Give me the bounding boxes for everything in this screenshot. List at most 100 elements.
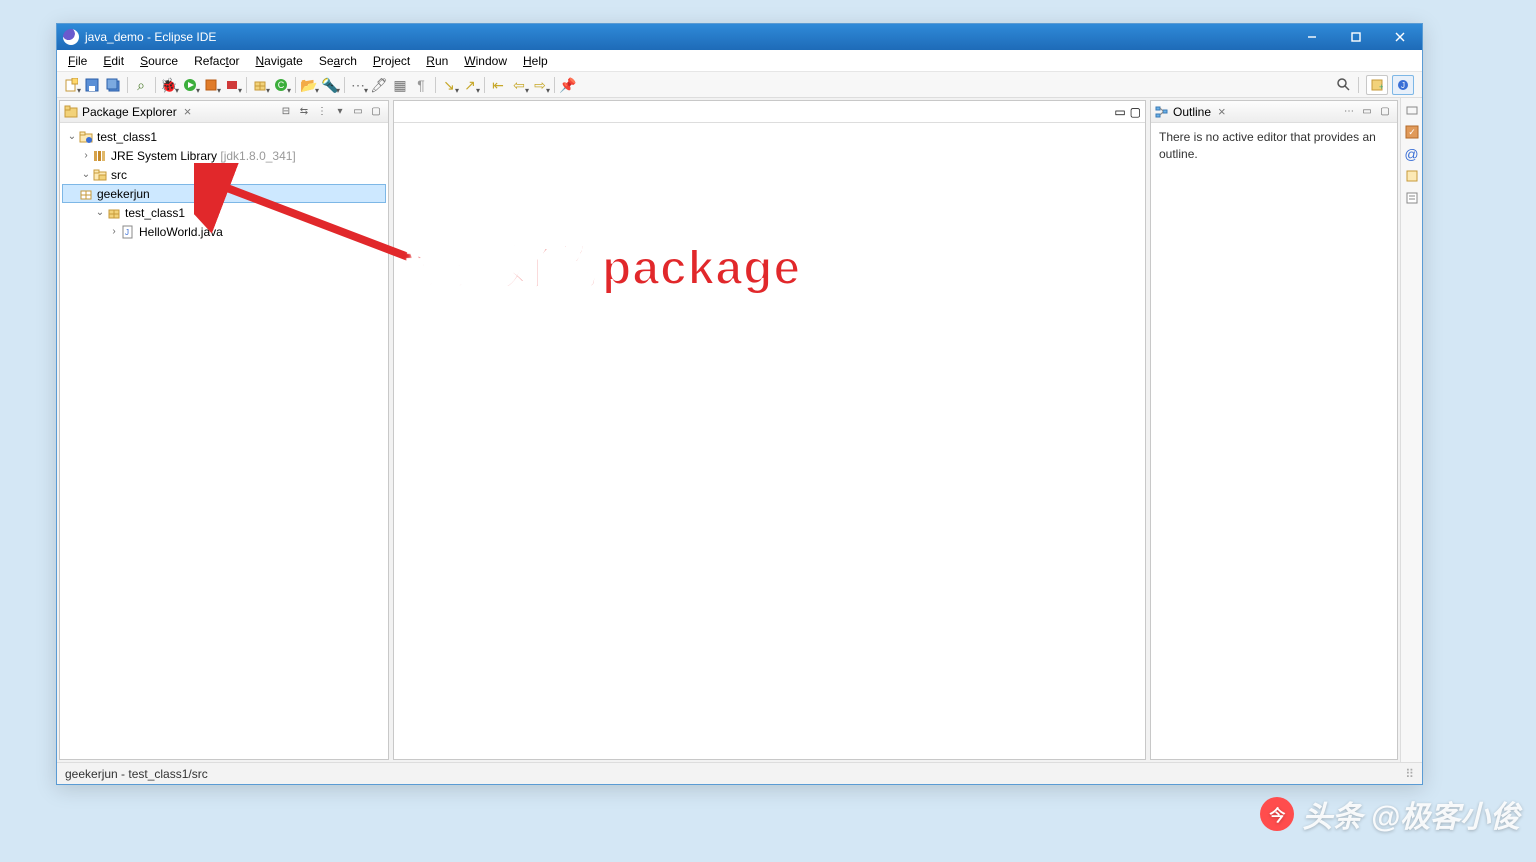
maximize-view-icon[interactable]: ▢: [368, 104, 384, 120]
menu-refactor[interactable]: Refactor: [187, 52, 246, 70]
tree-project[interactable]: ⌄ test_class1: [62, 127, 386, 146]
menu-window[interactable]: Window: [457, 52, 514, 70]
toolbar-separator: [551, 77, 557, 93]
open-type-button[interactable]: ⌕: [131, 75, 151, 95]
menubar: File Edit Source Refactor Navigate Searc…: [57, 50, 1422, 72]
tree-src-folder[interactable]: ⌄ src: [62, 165, 386, 184]
menu-run[interactable]: Run: [419, 52, 455, 70]
close-button[interactable]: [1378, 24, 1422, 50]
tree-jre-library[interactable]: › JRE System Library [jdk1.8.0_341]: [62, 146, 386, 165]
minimize-view-icon[interactable]: ▭: [1359, 104, 1375, 120]
menu-search[interactable]: Search: [312, 52, 364, 70]
search-button[interactable]: 🔦▾: [320, 75, 340, 95]
outline-title: Outline: [1173, 105, 1211, 119]
toolbar-separator: [243, 77, 249, 93]
menu-source[interactable]: Source: [133, 52, 185, 70]
tree-java-file[interactable]: › J HelloWorld.java: [62, 222, 386, 241]
toolbar-separator: [341, 77, 347, 93]
filters-button[interactable]: ⋮: [314, 104, 330, 120]
minimize-editor-icon[interactable]: ▭: [1114, 105, 1125, 119]
package-explorer-tab[interactable]: Package Explorer ×: [64, 104, 194, 119]
task-list-icon[interactable]: ✓: [1404, 124, 1420, 140]
show-whitespace-button[interactable]: ¶: [411, 75, 431, 95]
outline-icon: [1155, 105, 1169, 119]
outline-view: Outline × ⋯ ▭ ▢ There is no active edito…: [1150, 100, 1398, 760]
tree-package-geekerjun[interactable]: geekerjun: [62, 184, 386, 203]
toolbar-separator: [432, 77, 438, 93]
expand-toggle-icon[interactable]: ›: [80, 150, 92, 161]
external-tools-button[interactable]: ▾: [222, 75, 242, 95]
svg-text:C: C: [278, 80, 285, 90]
view-menu-button[interactable]: ⋯: [1341, 104, 1357, 120]
open-perspective-button[interactable]: +: [1366, 75, 1388, 95]
tree-package-testclass1[interactable]: ⌄ test_class1: [62, 203, 386, 222]
debug-button[interactable]: 🐞▾: [159, 75, 179, 95]
menu-project[interactable]: Project: [366, 52, 417, 70]
new-package-button[interactable]: ▾: [250, 75, 270, 95]
java-perspective-button[interactable]: J: [1392, 75, 1414, 95]
svg-text:J: J: [1401, 81, 1405, 90]
package-explorer-tree[interactable]: ⌄ test_class1 › JRE System Library [jdk1…: [60, 123, 388, 759]
open-task-button[interactable]: 📂▾: [299, 75, 319, 95]
close-tab-icon[interactable]: ×: [181, 104, 195, 119]
new-button[interactable]: ▾: [61, 75, 81, 95]
restore-view-icon[interactable]: [1404, 102, 1420, 118]
maximize-button[interactable]: [1334, 24, 1378, 50]
svg-text:✓: ✓: [1408, 127, 1416, 137]
save-all-button[interactable]: [103, 75, 123, 95]
package-icon: [106, 205, 122, 221]
maximize-editor-icon[interactable]: ▢: [1130, 105, 1141, 119]
expand-toggle-icon[interactable]: ⌄: [80, 169, 92, 180]
status-trim-icon[interactable]: ⠿: [1405, 767, 1414, 781]
src-label: src: [111, 168, 127, 182]
minimize-view-icon[interactable]: ▭: [350, 104, 366, 120]
menu-navigate[interactable]: Navigate: [248, 52, 309, 70]
last-edit-button[interactable]: ⇤: [488, 75, 508, 95]
problems-icon[interactable]: [1404, 190, 1420, 206]
mark-occurrences-button[interactable]: 🖊: [369, 75, 389, 95]
library-version: [jdk1.8.0_341]: [220, 149, 295, 163]
collapse-all-button[interactable]: ⊟: [278, 104, 294, 120]
expand-toggle-icon[interactable]: ⌄: [94, 207, 106, 218]
coverage-button[interactable]: ▾: [201, 75, 221, 95]
perspective-switcher: + J: [1362, 75, 1418, 95]
expand-toggle-icon[interactable]: ›: [108, 226, 120, 237]
forward-button[interactable]: ⇨▾: [530, 75, 550, 95]
declaration-icon[interactable]: [1404, 168, 1420, 184]
pin-editor-button[interactable]: 📌: [558, 75, 578, 95]
editor-canvas[interactable]: 新建好的package: [394, 123, 1145, 759]
javadoc-icon[interactable]: @: [1404, 146, 1420, 162]
package-label: test_class1: [125, 206, 185, 220]
toggle-breadcrumb-button[interactable]: ⋯▾: [348, 75, 368, 95]
next-annotation-button[interactable]: ↘▾: [439, 75, 459, 95]
package-explorer-view: Package Explorer × ⊟ ⇆ ⋮ ▾ ▭ ▢ ⌄ test_cl…: [59, 100, 389, 760]
close-tab-icon[interactable]: ×: [1215, 104, 1229, 119]
minimize-button[interactable]: [1290, 24, 1334, 50]
new-class-button[interactable]: C▾: [271, 75, 291, 95]
expand-toggle-icon[interactable]: ⌄: [66, 131, 78, 142]
right-fast-view-stack: ✓ @: [1400, 98, 1422, 762]
back-button[interactable]: ⇦▾: [509, 75, 529, 95]
search-access-button[interactable]: [1334, 75, 1354, 95]
outline-tab[interactable]: Outline ×: [1155, 104, 1229, 119]
menu-help[interactable]: Help: [516, 52, 555, 70]
svg-text:+: +: [1379, 82, 1383, 91]
outline-empty-message: There is no active editor that provides …: [1151, 123, 1397, 759]
prev-annotation-button[interactable]: ↗▾: [460, 75, 480, 95]
toolbar-separator: [1355, 77, 1361, 93]
view-menu-button[interactable]: ▾: [332, 104, 348, 120]
project-label: test_class1: [97, 130, 157, 144]
block-selection-button[interactable]: ▦: [390, 75, 410, 95]
toolbar-separator: [124, 77, 130, 93]
titlebar[interactable]: java_demo - Eclipse IDE: [57, 24, 1422, 50]
package-explorer-icon: [64, 105, 78, 119]
java-file-icon: J: [120, 224, 136, 240]
source-folder-icon: [92, 167, 108, 183]
maximize-view-icon[interactable]: ▢: [1377, 104, 1393, 120]
menu-edit[interactable]: Edit: [96, 52, 131, 70]
run-button[interactable]: ▾: [180, 75, 200, 95]
save-button[interactable]: [82, 75, 102, 95]
eclipse-icon: [63, 29, 79, 45]
link-editor-button[interactable]: ⇆: [296, 104, 312, 120]
menu-file[interactable]: File: [61, 52, 94, 70]
